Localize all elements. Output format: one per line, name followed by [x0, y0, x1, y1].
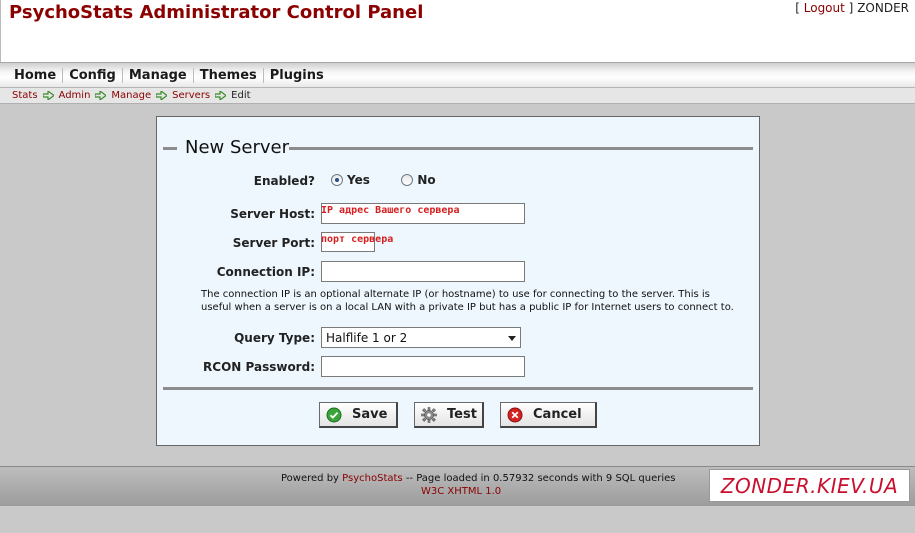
- cancel-icon: [507, 407, 523, 422]
- legend-line-right: [289, 147, 753, 150]
- connection-ip-help: The connection IP is an optional alterna…: [201, 289, 734, 313]
- watermark: ZONDER.KIEV.UA: [709, 469, 910, 502]
- arrow-right-icon: [156, 91, 168, 100]
- cancel-button[interactable]: Cancel: [500, 402, 597, 428]
- main-menu: Home Config Manage Themes Plugins: [0, 62, 915, 88]
- server-port-label: Server Port:: [232, 236, 315, 250]
- footer-powered-by: Powered by PsychoStats -- Page loaded in…: [281, 473, 676, 484]
- connection-ip-input[interactable]: [321, 261, 525, 282]
- enabled-yes-radio[interactable]: [331, 174, 343, 186]
- w3c-validator-link[interactable]: W3C XHTML 1.0: [421, 486, 501, 497]
- query-type-value: Halflife 1 or 2: [326, 331, 408, 345]
- breadcrumb-admin[interactable]: Admin: [59, 90, 91, 101]
- logout-link[interactable]: Logout: [804, 1, 845, 15]
- enabled-yes-label[interactable]: Yes: [347, 173, 370, 187]
- breadcrumb-servers[interactable]: Servers: [172, 90, 210, 101]
- user-box: [ Logout ] ZONDER: [795, 1, 909, 15]
- form-divider: [163, 387, 753, 390]
- powered-suffix: -- Page loaded in 0.57932 seconds with 9…: [405, 473, 676, 484]
- watermark-text: ZONDER.KIEV.UA: [720, 473, 899, 498]
- arrow-right-icon: [215, 91, 227, 100]
- chevron-down-icon: [508, 336, 516, 341]
- enabled-options: Yes No: [331, 173, 464, 187]
- query-type-label: Query Type:: [234, 331, 315, 345]
- bracket-close: ]: [848, 1, 854, 15]
- server-host-label: Server Host:: [230, 207, 315, 221]
- header: PsychoStats Administrator Control Panel …: [0, 0, 915, 62]
- test-button[interactable]: Test: [414, 402, 484, 428]
- legend-line-left: [163, 147, 177, 150]
- save-label: Save: [352, 407, 388, 422]
- enabled-no-radio[interactable]: [401, 174, 414, 186]
- query-type-row: Query Type: Halflife 1 or 2: [157, 327, 757, 349]
- check-icon: [326, 407, 342, 422]
- query-type-select[interactable]: Halflife 1 or 2: [321, 327, 521, 348]
- breadcrumb-stats[interactable]: Stats: [12, 90, 38, 101]
- enabled-label: Enabled?: [253, 174, 315, 188]
- page-title: PsychoStats Administrator Control Panel: [9, 2, 424, 23]
- powered-prefix: Powered by: [281, 473, 339, 484]
- psychostats-link[interactable]: PsychoStats: [342, 473, 402, 484]
- server-port-annotation: порт сервера: [321, 234, 394, 245]
- rcon-password-row: RCON Password:: [157, 356, 757, 378]
- server-port-row: Server Port: порт сервера: [157, 232, 757, 254]
- cancel-label: Cancel: [533, 407, 582, 422]
- menu-item-home[interactable]: Home: [8, 68, 62, 83]
- bracket-open: [: [795, 1, 800, 15]
- enabled-row: Enabled? Yes No: [157, 170, 757, 192]
- rcon-password-label: RCON Password:: [203, 360, 315, 374]
- connection-ip-label: Connection IP:: [216, 265, 315, 279]
- arrow-right-icon: [42, 91, 54, 100]
- rcon-password-input[interactable]: [321, 356, 525, 377]
- menu-item-themes[interactable]: Themes: [192, 68, 263, 83]
- connection-ip-row: Connection IP:: [157, 261, 757, 283]
- menu-item-manage[interactable]: Manage: [121, 68, 193, 83]
- test-label: Test: [447, 407, 477, 422]
- save-button[interactable]: Save: [319, 402, 398, 428]
- breadcrumb-manage[interactable]: Manage: [111, 90, 151, 101]
- server-host-annotation: IP адрес Вашего сервера: [321, 205, 460, 216]
- menu-item-plugins[interactable]: Plugins: [262, 68, 330, 83]
- arrow-right-icon: [95, 91, 107, 100]
- form-legend: New Server: [185, 137, 290, 158]
- breadcrumb: Stats Admin Manage Servers Edit: [0, 88, 915, 104]
- gear-icon: [421, 406, 437, 423]
- breadcrumb-edit: Edit: [231, 90, 251, 101]
- server-form: New Server Enabled? Yes No Server Host: …: [156, 116, 760, 446]
- menu-item-config[interactable]: Config: [62, 68, 122, 83]
- username: ZONDER: [857, 1, 909, 15]
- fieldset-legend-row: New Server: [163, 137, 753, 161]
- enabled-no-label[interactable]: No: [417, 173, 435, 187]
- server-host-row: Server Host: IP адрес Вашего сервера: [157, 203, 757, 225]
